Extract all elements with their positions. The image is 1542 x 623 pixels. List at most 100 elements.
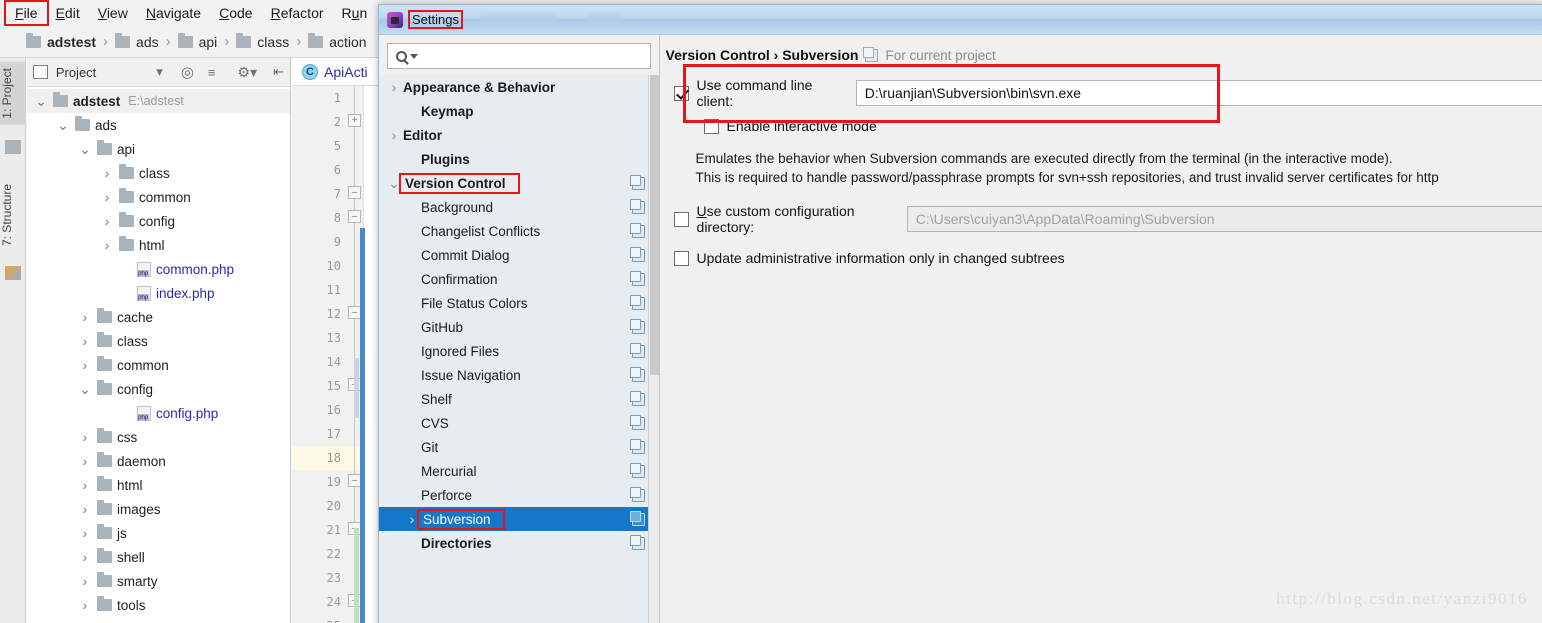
tool-window-tab-structure[interactable]: 7: Structure: [0, 178, 26, 252]
chevron-down-icon[interactable]: [410, 53, 418, 59]
copy-settings-icon[interactable]: [629, 294, 645, 310]
settings-tree-item-ignored-files[interactable]: Ignored Files: [379, 339, 659, 363]
settings-tree-item-editor[interactable]: › Editor: [379, 123, 659, 147]
chevron-right-icon[interactable]: ›: [99, 237, 115, 253]
project-tree-item[interactable]: › class: [27, 329, 290, 353]
project-tree-item[interactable]: › cache: [27, 305, 290, 329]
breadcrumb-item-class[interactable]: class: [236, 32, 289, 50]
copy-settings-icon[interactable]: [629, 174, 645, 190]
chevron-right-icon[interactable]: ›: [77, 453, 93, 469]
collapse-all-icon[interactable]: ≡: [208, 65, 216, 80]
scrollbar-thumb[interactable]: [649, 75, 659, 375]
locate-icon[interactable]: ◎: [181, 63, 194, 81]
chevron-down-icon[interactable]: ⌄: [33, 94, 49, 108]
settings-tree-item-commit-dialog[interactable]: Commit Dialog: [379, 243, 659, 267]
project-tree-item[interactable]: ⌄ adstest E:\adstest: [27, 89, 290, 113]
settings-gear-icon[interactable]: ⚙▾: [238, 64, 258, 81]
chevron-right-icon[interactable]: ›: [99, 213, 115, 229]
chevron-right-icon[interactable]: ›: [77, 357, 93, 373]
settings-tree-item-background[interactable]: Background: [379, 195, 659, 219]
project-tree-item[interactable]: index.php: [27, 281, 290, 305]
editor-scrollbar[interactable]: [360, 228, 365, 623]
update-admin-info-checkbox[interactable]: [673, 250, 689, 266]
breadcrumb-item-adstest[interactable]: adstest: [26, 32, 96, 50]
settings-tree-item-cvs[interactable]: CVS: [379, 411, 659, 435]
use-custom-config-directory-checkbox[interactable]: [673, 211, 689, 227]
project-tree-item[interactable]: › js: [27, 521, 290, 545]
settings-tree-item-confirmation[interactable]: Confirmation: [379, 267, 659, 291]
project-tree-item[interactable]: › images: [27, 497, 290, 521]
project-tree-item[interactable]: config.php: [27, 401, 290, 425]
menu-item-edit[interactable]: Edit: [47, 2, 89, 24]
breadcrumb-item-ads[interactable]: ads: [115, 32, 159, 50]
chevron-right-icon[interactable]: ›: [385, 127, 403, 143]
tool-window-tab-project[interactable]: 1: Project: [0, 62, 26, 125]
chevron-right-icon[interactable]: ›: [77, 501, 93, 517]
project-tree-item[interactable]: ⌄ ads: [27, 113, 290, 137]
project-tree-item[interactable]: common.php: [27, 257, 290, 281]
project-tree-item[interactable]: › shell: [27, 545, 290, 569]
project-tree-item[interactable]: ⌄ config: [27, 377, 290, 401]
settings-tree-item-git[interactable]: Git: [379, 435, 659, 459]
menu-item-navigate[interactable]: Navigate: [137, 2, 210, 24]
chevron-right-icon[interactable]: ›: [385, 79, 403, 95]
breadcrumb-item-action[interactable]: action: [308, 32, 367, 50]
chevron-down-icon[interactable]: ⌄: [55, 118, 71, 132]
chevron-right-icon[interactable]: ›: [99, 165, 115, 181]
chevron-down-icon[interactable]: ⌄: [77, 382, 93, 396]
settings-tree-item-version-control[interactable]: ⌄ Version Control: [379, 171, 659, 195]
project-tree-item[interactable]: › tools: [27, 593, 290, 617]
settings-tree[interactable]: › Appearance & Behavior Keymap › Editor Plugi…: [379, 75, 659, 623]
menu-item-refactor[interactable]: Refactor: [262, 2, 333, 24]
search-input[interactable]: [387, 43, 651, 69]
settings-tree-item-perforce[interactable]: Perforce: [379, 483, 659, 507]
menu-item-view[interactable]: View: [89, 2, 137, 24]
project-tree-item[interactable]: › common: [27, 185, 290, 209]
settings-tree-item-subversion[interactable]: › Subversion: [379, 507, 659, 531]
copy-settings-icon[interactable]: [629, 462, 645, 478]
copy-settings-icon[interactable]: [629, 270, 645, 286]
project-tree-item[interactable]: › common: [27, 353, 290, 377]
project-tree-item[interactable]: › css: [27, 425, 290, 449]
copy-settings-icon[interactable]: [629, 318, 645, 334]
project-tree-item[interactable]: › class: [27, 161, 290, 185]
breadcrumb-item-api[interactable]: api: [177, 32, 217, 50]
menu-item-run[interactable]: Run: [333, 2, 377, 24]
copy-settings-icon[interactable]: [629, 246, 645, 262]
copy-settings-icon[interactable]: [629, 390, 645, 406]
chevron-down-icon[interactable]: ⌄: [77, 142, 93, 156]
copy-settings-icon[interactable]: [629, 510, 645, 526]
custom-config-directory-input[interactable]: C:\Users\cuiyan3\AppData\Roaming\Subvers…: [906, 206, 1542, 232]
enable-interactive-mode-checkbox[interactable]: [703, 118, 719, 134]
menu-item-code[interactable]: Code: [210, 2, 261, 24]
settings-tree-item-shelf[interactable]: Shelf: [379, 387, 659, 411]
settings-tree-item-appearance-behavior[interactable]: › Appearance & Behavior: [379, 75, 659, 99]
project-tree-item[interactable]: › html: [27, 233, 290, 257]
chevron-right-icon[interactable]: ›: [77, 429, 93, 445]
copy-settings-icon[interactable]: [629, 222, 645, 238]
project-tree-item[interactable]: › daemon: [27, 449, 290, 473]
chevron-right-icon[interactable]: ›: [77, 477, 93, 493]
copy-settings-icon[interactable]: [629, 438, 645, 454]
chevron-right-icon[interactable]: ›: [99, 189, 115, 205]
chevron-right-icon[interactable]: ›: [77, 525, 93, 541]
project-tree-item[interactable]: › smarty: [27, 569, 290, 593]
project-tree-item[interactable]: › config: [27, 209, 290, 233]
copy-settings-icon[interactable]: [629, 198, 645, 214]
use-command-line-client-checkbox[interactable]: [673, 85, 689, 101]
chevron-right-icon[interactable]: ›: [77, 573, 93, 589]
copy-settings-icon[interactable]: [629, 366, 645, 382]
copy-settings-icon[interactable]: [629, 486, 645, 502]
settings-tree-item-directories[interactable]: Directories: [379, 531, 659, 555]
copy-settings-icon[interactable]: [629, 342, 645, 358]
project-tree-item[interactable]: ⌄ api: [27, 137, 290, 161]
fold-collapse-icon[interactable]: –: [348, 210, 361, 223]
chevron-right-icon[interactable]: ›: [77, 309, 93, 325]
settings-tree-item-file-status-colors[interactable]: File Status Colors: [379, 291, 659, 315]
fold-expand-icon[interactable]: +: [348, 114, 361, 127]
chevron-down-icon[interactable]: ▾: [156, 64, 163, 80]
chevron-right-icon[interactable]: ›: [77, 597, 93, 613]
project-tree-item[interactable]: › html: [27, 473, 290, 497]
copy-settings-icon[interactable]: [629, 414, 645, 430]
settings-tree-item-issue-navigation[interactable]: Issue Navigation: [379, 363, 659, 387]
